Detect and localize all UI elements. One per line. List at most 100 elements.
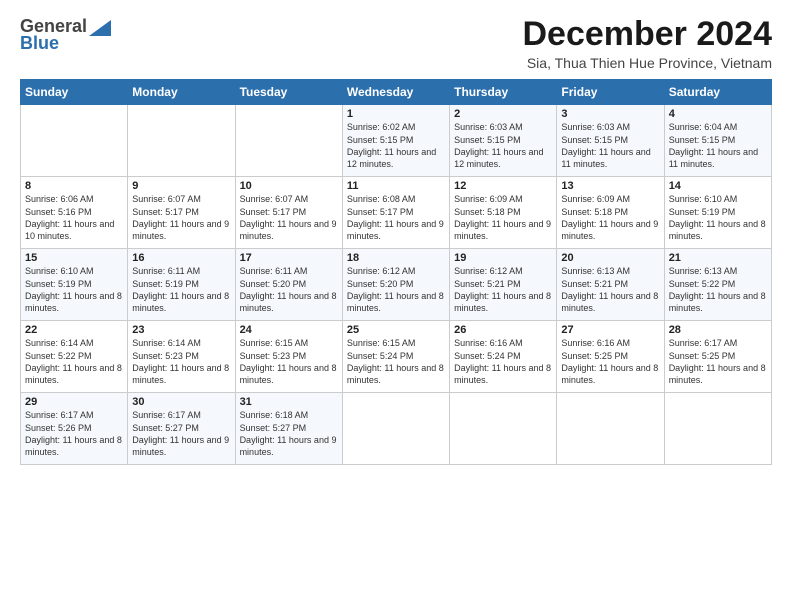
day-info: Sunrise: 6:08 AMSunset: 5:17 PMDaylight:… — [347, 193, 445, 242]
day-info: Sunrise: 6:11 AMSunset: 5:20 PMDaylight:… — [240, 265, 338, 314]
day-cell: 30Sunrise: 6:17 AMSunset: 5:27 PMDayligh… — [128, 393, 235, 465]
day-number: 21 — [669, 252, 767, 264]
day-number: 10 — [240, 180, 338, 192]
week-row-1: 1Sunrise: 6:02 AMSunset: 5:15 PMDaylight… — [21, 105, 772, 177]
day-cell: 23Sunrise: 6:14 AMSunset: 5:23 PMDayligh… — [128, 321, 235, 393]
col-header-wednesday: Wednesday — [342, 80, 449, 105]
day-number: 13 — [561, 180, 659, 192]
day-info: Sunrise: 6:13 AMSunset: 5:21 PMDaylight:… — [561, 265, 659, 314]
day-info: Sunrise: 6:03 AMSunset: 5:15 PMDaylight:… — [561, 121, 659, 170]
month-title: December 2024 — [522, 16, 772, 53]
day-info: Sunrise: 6:17 AMSunset: 5:25 PMDaylight:… — [669, 337, 767, 386]
day-cell: 29Sunrise: 6:17 AMSunset: 5:26 PMDayligh… — [21, 393, 128, 465]
day-info: Sunrise: 6:06 AMSunset: 5:16 PMDaylight:… — [25, 193, 123, 242]
day-cell: 1Sunrise: 6:02 AMSunset: 5:15 PMDaylight… — [342, 105, 449, 177]
day-info: Sunrise: 6:03 AMSunset: 5:15 PMDaylight:… — [454, 121, 552, 170]
day-info: Sunrise: 6:12 AMSunset: 5:20 PMDaylight:… — [347, 265, 445, 314]
day-number: 28 — [669, 324, 767, 336]
day-number: 26 — [454, 324, 552, 336]
day-info: Sunrise: 6:11 AMSunset: 5:19 PMDaylight:… — [132, 265, 230, 314]
day-info: Sunrise: 6:09 AMSunset: 5:18 PMDaylight:… — [561, 193, 659, 242]
day-info: Sunrise: 6:16 AMSunset: 5:25 PMDaylight:… — [561, 337, 659, 386]
day-number: 27 — [561, 324, 659, 336]
col-header-tuesday: Tuesday — [235, 80, 342, 105]
day-cell: 2Sunrise: 6:03 AMSunset: 5:15 PMDaylight… — [450, 105, 557, 177]
day-cell: 22Sunrise: 6:14 AMSunset: 5:22 PMDayligh… — [21, 321, 128, 393]
day-cell — [450, 393, 557, 465]
day-number: 24 — [240, 324, 338, 336]
day-info: Sunrise: 6:14 AMSunset: 5:23 PMDaylight:… — [132, 337, 230, 386]
week-row-3: 15Sunrise: 6:10 AMSunset: 5:19 PMDayligh… — [21, 249, 772, 321]
day-info: Sunrise: 6:10 AMSunset: 5:19 PMDaylight:… — [25, 265, 123, 314]
day-info: Sunrise: 6:15 AMSunset: 5:23 PMDaylight:… — [240, 337, 338, 386]
day-info: Sunrise: 6:13 AMSunset: 5:22 PMDaylight:… — [669, 265, 767, 314]
col-header-monday: Monday — [128, 80, 235, 105]
week-row-5: 29Sunrise: 6:17 AMSunset: 5:26 PMDayligh… — [21, 393, 772, 465]
day-info: Sunrise: 6:04 AMSunset: 5:15 PMDaylight:… — [669, 121, 767, 170]
day-cell: 12Sunrise: 6:09 AMSunset: 5:18 PMDayligh… — [450, 177, 557, 249]
day-number: 17 — [240, 252, 338, 264]
day-number: 31 — [240, 396, 338, 408]
day-cell — [21, 105, 128, 177]
day-number: 30 — [132, 396, 230, 408]
day-cell: 15Sunrise: 6:10 AMSunset: 5:19 PMDayligh… — [21, 249, 128, 321]
day-cell: 21Sunrise: 6:13 AMSunset: 5:22 PMDayligh… — [664, 249, 771, 321]
day-cell: 14Sunrise: 6:10 AMSunset: 5:19 PMDayligh… — [664, 177, 771, 249]
day-cell — [342, 393, 449, 465]
day-number: 12 — [454, 180, 552, 192]
day-cell: 28Sunrise: 6:17 AMSunset: 5:25 PMDayligh… — [664, 321, 771, 393]
col-header-thursday: Thursday — [450, 80, 557, 105]
header: General Blue December 2024 Sia, Thua Thi… — [20, 16, 772, 71]
day-cell: 27Sunrise: 6:16 AMSunset: 5:25 PMDayligh… — [557, 321, 664, 393]
logo-blue: Blue — [20, 33, 59, 54]
logo: General Blue — [20, 16, 111, 54]
day-info: Sunrise: 6:18 AMSunset: 5:27 PMDaylight:… — [240, 409, 338, 458]
col-header-sunday: Sunday — [21, 80, 128, 105]
day-number: 1 — [347, 108, 445, 120]
day-cell: 17Sunrise: 6:11 AMSunset: 5:20 PMDayligh… — [235, 249, 342, 321]
day-cell: 13Sunrise: 6:09 AMSunset: 5:18 PMDayligh… — [557, 177, 664, 249]
day-cell: 19Sunrise: 6:12 AMSunset: 5:21 PMDayligh… — [450, 249, 557, 321]
day-info: Sunrise: 6:17 AMSunset: 5:27 PMDaylight:… — [132, 409, 230, 458]
day-number: 11 — [347, 180, 445, 192]
day-info: Sunrise: 6:15 AMSunset: 5:24 PMDaylight:… — [347, 337, 445, 386]
subtitle: Sia, Thua Thien Hue Province, Vietnam — [522, 55, 772, 71]
day-number: 3 — [561, 108, 659, 120]
day-cell — [128, 105, 235, 177]
day-number: 29 — [25, 396, 123, 408]
title-block: December 2024 Sia, Thua Thien Hue Provin… — [522, 16, 772, 71]
page: General Blue December 2024 Sia, Thua Thi… — [0, 0, 792, 612]
day-cell: 16Sunrise: 6:11 AMSunset: 5:19 PMDayligh… — [128, 249, 235, 321]
col-header-saturday: Saturday — [664, 80, 771, 105]
day-cell: 3Sunrise: 6:03 AMSunset: 5:15 PMDaylight… — [557, 105, 664, 177]
day-cell — [664, 393, 771, 465]
day-info: Sunrise: 6:14 AMSunset: 5:22 PMDaylight:… — [25, 337, 123, 386]
day-number: 15 — [25, 252, 123, 264]
day-number: 16 — [132, 252, 230, 264]
day-cell — [235, 105, 342, 177]
day-cell: 20Sunrise: 6:13 AMSunset: 5:21 PMDayligh… — [557, 249, 664, 321]
week-row-2: 8Sunrise: 6:06 AMSunset: 5:16 PMDaylight… — [21, 177, 772, 249]
day-cell: 24Sunrise: 6:15 AMSunset: 5:23 PMDayligh… — [235, 321, 342, 393]
day-info: Sunrise: 6:07 AMSunset: 5:17 PMDaylight:… — [132, 193, 230, 242]
day-number: 4 — [669, 108, 767, 120]
day-info: Sunrise: 6:07 AMSunset: 5:17 PMDaylight:… — [240, 193, 338, 242]
day-info: Sunrise: 6:10 AMSunset: 5:19 PMDaylight:… — [669, 193, 767, 242]
logo-icon — [89, 20, 111, 36]
day-number: 18 — [347, 252, 445, 264]
day-cell: 25Sunrise: 6:15 AMSunset: 5:24 PMDayligh… — [342, 321, 449, 393]
day-cell: 8Sunrise: 6:06 AMSunset: 5:16 PMDaylight… — [21, 177, 128, 249]
day-cell: 11Sunrise: 6:08 AMSunset: 5:17 PMDayligh… — [342, 177, 449, 249]
day-info: Sunrise: 6:16 AMSunset: 5:24 PMDaylight:… — [454, 337, 552, 386]
day-info: Sunrise: 6:02 AMSunset: 5:15 PMDaylight:… — [347, 121, 445, 170]
day-number: 22 — [25, 324, 123, 336]
day-number: 20 — [561, 252, 659, 264]
calendar-table: SundayMondayTuesdayWednesdayThursdayFrid… — [20, 79, 772, 465]
day-info: Sunrise: 6:17 AMSunset: 5:26 PMDaylight:… — [25, 409, 123, 458]
day-number: 8 — [25, 180, 123, 192]
day-cell: 26Sunrise: 6:16 AMSunset: 5:24 PMDayligh… — [450, 321, 557, 393]
day-cell: 31Sunrise: 6:18 AMSunset: 5:27 PMDayligh… — [235, 393, 342, 465]
day-number: 14 — [669, 180, 767, 192]
day-number: 23 — [132, 324, 230, 336]
day-cell: 10Sunrise: 6:07 AMSunset: 5:17 PMDayligh… — [235, 177, 342, 249]
